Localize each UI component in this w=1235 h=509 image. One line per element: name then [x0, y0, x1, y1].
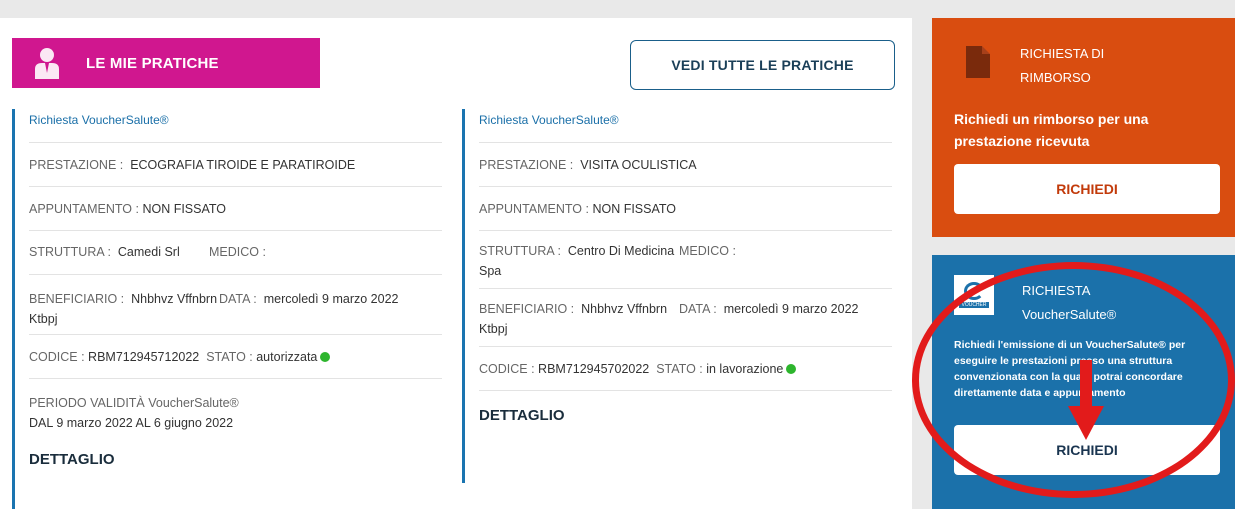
stato-label: STATO :: [656, 361, 703, 376]
struttura-row: STRUTTURA : Camedi Srl MEDICO :: [29, 231, 442, 275]
prestazione-row: PRESTAZIONE : VISITA OCULISTICA: [479, 143, 892, 187]
codice-value: RBM712945712022: [88, 349, 200, 364]
document-icon: [966, 46, 990, 78]
codice-value: RBM712945702022: [538, 361, 650, 376]
practice-type-link[interactable]: Richiesta VoucherSalute®: [479, 109, 892, 143]
validity-row: PERIODO VALIDITÀ VoucherSalute® DAL 9 ma…: [29, 379, 442, 439]
rimborso-description: Richiedi un rimborso per una prestazione…: [954, 111, 1149, 149]
codice-label: CODICE :: [29, 349, 85, 364]
data-value: mercoledì 9 marzo 2022: [723, 302, 859, 316]
appuntamento-row: APPUNTAMENTO : NON FISSATO: [29, 187, 442, 231]
status-dot-icon: [786, 363, 797, 374]
rimborso-title-line2: RIMBORSO: [1020, 70, 1091, 85]
voucher-logo-text: VOUCHER: [959, 302, 989, 308]
main-panel: LE MIE PRATICHE VEDI TUTTE LE PRATICHE R…: [0, 18, 912, 509]
voucher-title: RICHIESTA VoucherSalute®: [1022, 279, 1116, 327]
data-value: mercoledì 9 marzo 2022: [263, 292, 399, 306]
rimborso-title-line1: RICHIESTA DI: [1020, 46, 1105, 61]
appuntamento-value: NON FISSATO: [592, 201, 677, 216]
stato-value: in lavorazione: [706, 361, 784, 376]
prestazione-row: PRESTAZIONE : ECOGRAFIA TIROIDE E PARATI…: [29, 143, 442, 187]
struttura-label: STRUTTURA :: [479, 244, 561, 258]
dettaglio-link[interactable]: DETTAGLIO: [479, 407, 892, 424]
appuntamento-row: APPUNTAMENTO : NON FISSATO: [479, 187, 892, 231]
periodo-label: PERIODO VALIDITÀ VoucherSalute®: [29, 396, 239, 410]
voucher-card: VOUCHER RICHIESTA VoucherSalute® Richied…: [932, 255, 1235, 509]
data-label: DATA :: [219, 292, 257, 306]
prestazione-label: PRESTAZIONE :: [479, 157, 574, 172]
struttura-label: STRUTTURA :: [29, 245, 111, 259]
beneficiario-row: BENEFICIARIO : Nhbhvz Vffnbrn Ktbpj DATA…: [29, 275, 442, 335]
beneficiario-row: BENEFICIARIO : Nhbhvz Vffnbrn Ktbpj DATA…: [479, 289, 892, 347]
voucher-title-line2: VoucherSalute®: [1022, 307, 1117, 322]
data-label: DATA :: [679, 302, 717, 316]
struttura-value: Camedi Srl: [117, 245, 180, 259]
codice-row: CODICE : RBM712945712022 STATO : autoriz…: [29, 335, 442, 379]
prestazione-value: ECOGRAFIA TIROIDE E PARATIROIDE: [130, 157, 356, 172]
dettaglio-link[interactable]: DETTAGLIO: [29, 451, 442, 468]
voucher-logo-icon: VOUCHER: [954, 275, 994, 315]
struttura-row: STRUTTURA : Centro Di Medicina Spa MEDIC…: [479, 231, 892, 289]
stato-value: autorizzata: [256, 349, 318, 364]
medico-label: MEDICO :: [679, 244, 736, 258]
rimborso-title: RICHIESTA DI RIMBORSO: [1020, 42, 1104, 90]
prestazione-value: VISITA OCULISTICA: [580, 157, 697, 172]
status-dot-icon: [320, 351, 331, 362]
rimborso-card: RICHIESTA DI RIMBORSO Richiedi un rimbor…: [932, 18, 1235, 237]
practice-card-1: Richiesta VoucherSalute® PRESTAZIONE : E…: [12, 109, 442, 509]
appuntamento-label: APPUNTAMENTO :: [479, 201, 589, 216]
richiedi-voucher-button[interactable]: RICHIEDI: [954, 425, 1220, 475]
le-mie-pratiche-header: LE MIE PRATICHE: [12, 38, 320, 88]
see-all-practices-button[interactable]: VEDI TUTTE LE PRATICHE: [630, 40, 895, 90]
codice-row: CODICE : RBM712945702022 STATO : in lavo…: [479, 347, 892, 391]
medico-label: MEDICO :: [209, 245, 266, 259]
periodo-value: DAL 9 marzo 2022 AL 6 giugno 2022: [29, 416, 234, 430]
stato-label: STATO :: [206, 349, 253, 364]
beneficiario-label: BENEFICIARIO :: [479, 302, 575, 316]
page-title: LE MIE PRATICHE: [86, 54, 219, 72]
user-icon: [34, 47, 60, 79]
voucher-title-line1: RICHIESTA: [1022, 283, 1091, 298]
appuntamento-label: APPUNTAMENTO :: [29, 201, 139, 216]
appuntamento-value: NON FISSATO: [142, 201, 227, 216]
voucher-description: Richiedi l'emissione di un VoucherSalute…: [954, 339, 1186, 399]
codice-label: CODICE :: [479, 361, 535, 376]
practice-card-2: Richiesta VoucherSalute® PRESTAZIONE : V…: [462, 109, 892, 483]
prestazione-label: PRESTAZIONE :: [29, 157, 124, 172]
beneficiario-label: BENEFICIARIO :: [29, 292, 125, 306]
richiedi-rimborso-button[interactable]: RICHIEDI: [954, 164, 1220, 214]
practice-type-link[interactable]: Richiesta VoucherSalute®: [29, 109, 442, 143]
